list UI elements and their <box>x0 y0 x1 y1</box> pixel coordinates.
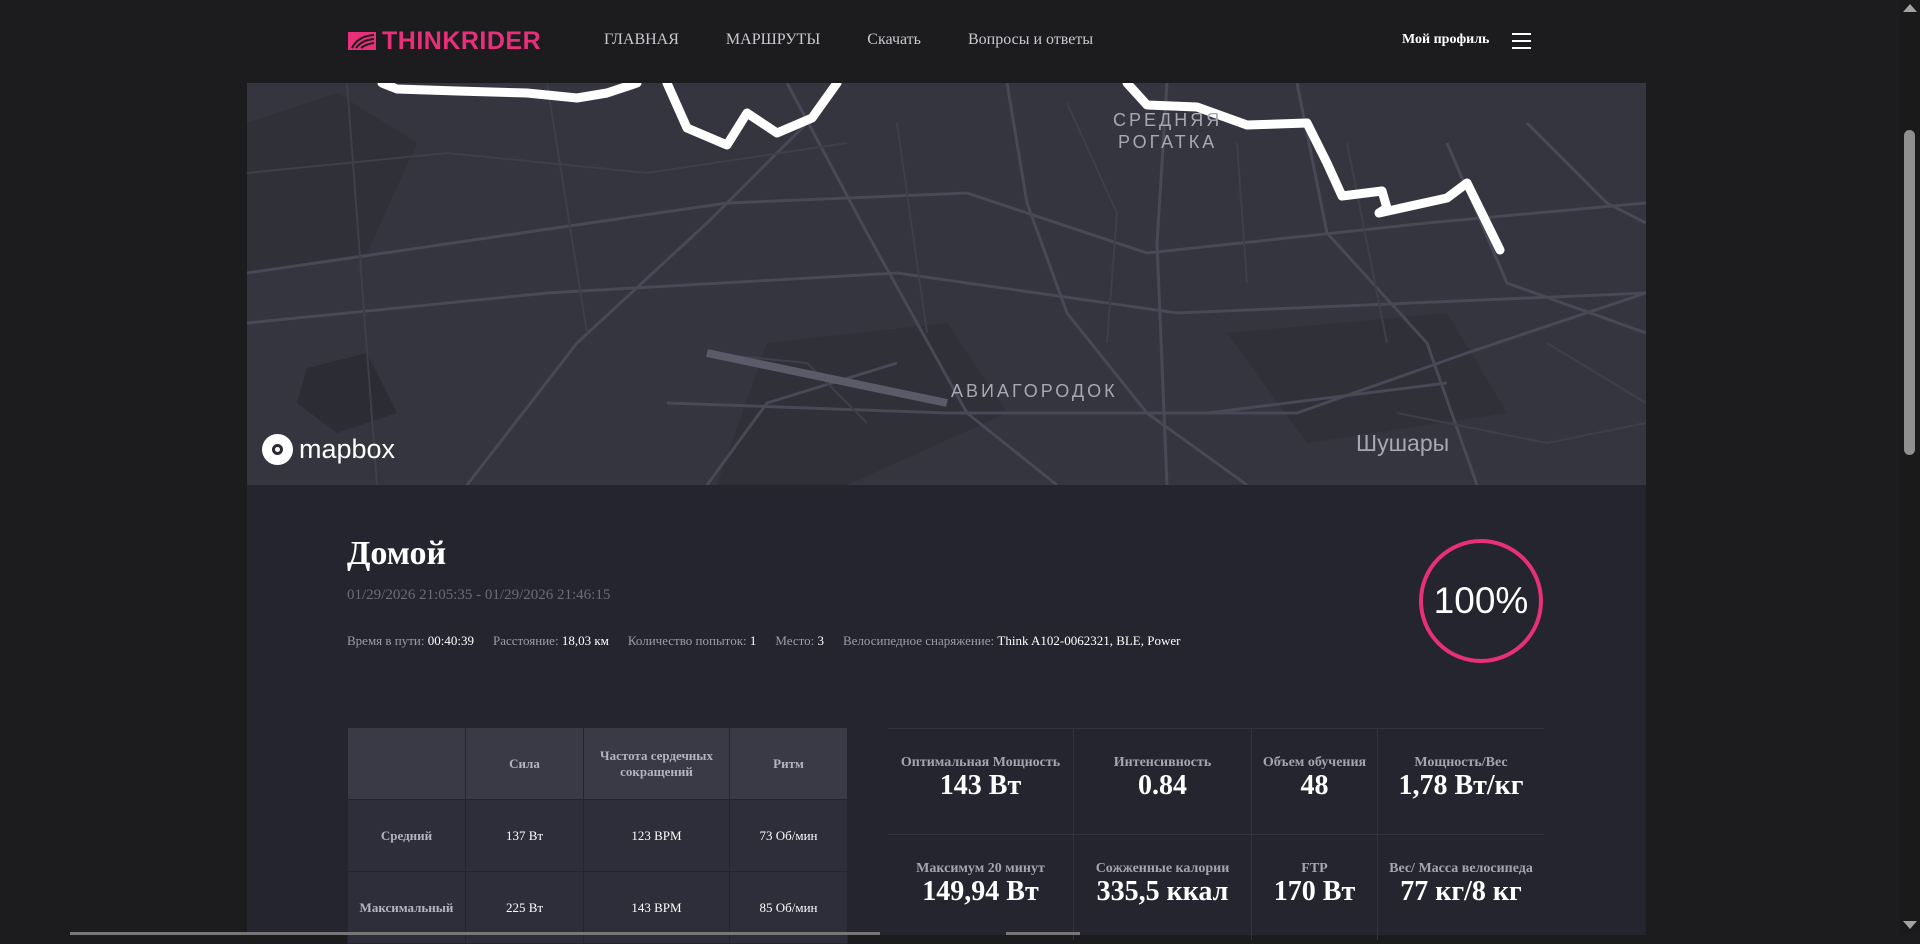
metric-intensity: Интенсивность 0.84 <box>1074 729 1252 834</box>
stat-place: Место: 3 <box>775 633 824 648</box>
stat-duration: Время в пути: 00:40:39 <box>347 633 474 648</box>
power-hr-cadence-table: Сила Частота сердечных сокращений Ритм С… <box>347 727 848 944</box>
nav-routes[interactable]: МАРШРУТЫ <box>726 31 820 49</box>
mapbox-text: mapbox <box>299 434 396 464</box>
map-label-shushary: Шушары <box>1356 430 1450 456</box>
route-map[interactable]: СРЕДНЯЯ РОГАТКА АВИАГОРОДОК Шушары mapbo… <box>247 83 1646 485</box>
table-header-heart-rate: Частота сердечных сокращений <box>583 727 730 800</box>
metrics-row: Оптимальная Мощность 143 Вт Интенсивност… <box>888 728 1544 834</box>
table-header-power: Сила <box>465 727 584 800</box>
scroll-up-icon[interactable] <box>1903 4 1917 12</box>
ride-stats: Время в пути: 00:40:39 Расстояние: 18,03… <box>347 633 1199 649</box>
vertical-scrollbar[interactable] <box>1899 0 1920 935</box>
metric-training-load: Объем обучения 48 <box>1252 729 1378 834</box>
metric-power-weight: Мощность/Вес 1,78 Вт/кг <box>1398 755 1524 801</box>
map-label-aviagorodok: АВИАГОРОДОК <box>951 381 1118 401</box>
row-label-average: Средний <box>347 799 466 872</box>
metric-calories: Сожженные калории 335,5 ккал <box>1074 835 1252 940</box>
metric-weight-bike: Вес/ Масса велосипеда 77 кг/8 кг <box>1389 861 1533 907</box>
cell-average-cadence: 73 Об/мин <box>729 799 848 872</box>
my-profile-link[interactable]: Мой профиль <box>1402 32 1489 48</box>
hamburger-menu-icon[interactable] <box>1512 33 1531 54</box>
map-canvas <box>247 83 1646 485</box>
ride-title: Домой <box>347 535 447 572</box>
mapbox-logo-icon <box>262 434 293 465</box>
stat-attempts: Количество попыток: 1 <box>627 633 757 648</box>
map-label-srednyaya: СРЕДНЯЯ РОГАТКА <box>1113 110 1223 152</box>
table-row: Средний 137 Вт 123 BPM 73 Об/мин <box>347 799 848 872</box>
nav-home[interactable]: ГЛАВНАЯ <box>604 31 679 49</box>
nav-download[interactable]: Скачать <box>867 31 921 49</box>
cell-average-hr: 123 BPM <box>583 799 730 872</box>
stat-distance: Расстояние: 18,03 км <box>492 633 609 648</box>
logo-text: THINKRIDER <box>382 27 542 55</box>
mapbox-attribution[interactable]: mapbox <box>262 434 395 465</box>
metric-ftp: FTP 170 Вт <box>1252 835 1378 940</box>
table-header-cadence: Ритм <box>729 727 848 800</box>
metric-optimal-power: Оптимальная Мощность 143 Вт <box>888 729 1074 834</box>
metric-max-20-min: Максимум 20 минут 149,94 Вт <box>888 835 1074 940</box>
nav-faq[interactable]: Вопросы и ответы <box>968 31 1093 49</box>
table-header-empty <box>347 727 466 800</box>
logo-mark-icon <box>348 32 376 50</box>
scrollbar-thumb[interactable] <box>1904 130 1915 455</box>
metrics-row: Максимум 20 минут 149,94 Вт Сожженные ка… <box>888 834 1544 940</box>
scroll-down-icon[interactable] <box>1903 921 1917 929</box>
thinkrider-logo[interactable]: THINKRIDER <box>348 27 542 55</box>
stat-equipment: Велосипедное снаряжение: Think A102-0062… <box>843 633 1181 648</box>
top-navigation-bar: THINKRIDER ГЛАВНАЯ МАРШРУТЫ Скачать Вопр… <box>0 0 1899 83</box>
completion-ring: 100% <box>1419 539 1543 663</box>
metrics-grid: Оптимальная Мощность 143 Вт Интенсивност… <box>888 728 1544 940</box>
cell-average-power: 137 Вт <box>465 799 584 872</box>
main-nav: ГЛАВНАЯ МАРШРУТЫ Скачать Вопросы и ответ… <box>604 31 1140 49</box>
ride-date-range: 01/29/2026 21:05:35 - 01/29/2026 21:46:1… <box>347 587 611 603</box>
completion-percent: 100% <box>1433 580 1529 621</box>
